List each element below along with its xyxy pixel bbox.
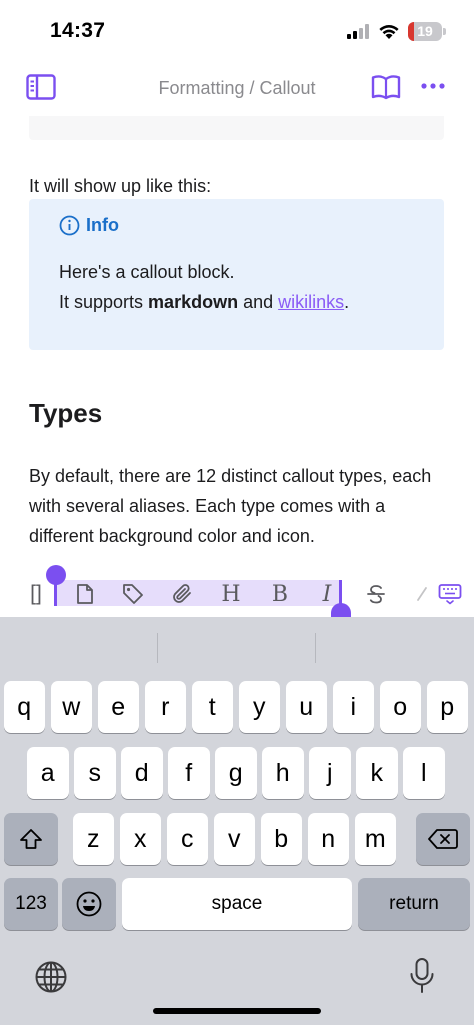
code-block xyxy=(29,116,444,140)
battery-tip xyxy=(443,28,446,35)
cellular-signal-icon xyxy=(347,24,369,39)
shift-key[interactable] xyxy=(4,813,58,865)
strikethrough-button[interactable] xyxy=(364,582,388,606)
hide-keyboard-button[interactable] xyxy=(438,582,462,606)
key-d[interactable]: d xyxy=(121,747,163,799)
breadcrumb-parent[interactable]: Formatting xyxy=(158,78,244,98)
selection-start-knob[interactable] xyxy=(46,565,66,585)
keyboard-dismiss-icon xyxy=(438,584,462,605)
return-key[interactable]: return xyxy=(358,878,470,930)
strikethrough-icon xyxy=(367,585,385,604)
callout-body: Here's a callout block. It supports mark… xyxy=(59,257,349,317)
delete-key[interactable] xyxy=(416,813,470,865)
home-indicator xyxy=(153,1008,321,1014)
battery-icon: 19 xyxy=(408,22,442,41)
callout-text: It supports xyxy=(59,292,149,312)
italic-button[interactable]: I xyxy=(315,582,339,607)
battery-level: 19 xyxy=(417,23,433,39)
tag-button[interactable] xyxy=(121,582,145,606)
formatting-toolbar: [] H B I xyxy=(0,565,474,617)
suggestion-divider xyxy=(315,633,316,663)
key-z[interactable]: z xyxy=(72,813,114,865)
key-s[interactable]: s xyxy=(74,747,116,799)
key-i[interactable]: i xyxy=(332,681,374,733)
wifi-icon xyxy=(379,25,399,39)
key-l[interactable]: l xyxy=(403,747,445,799)
key-q[interactable]: q xyxy=(3,681,45,733)
more-options-icon[interactable] xyxy=(420,76,446,96)
callout-text: . xyxy=(344,292,350,312)
key-v[interactable]: v xyxy=(213,813,255,865)
key-p[interactable]: p xyxy=(426,681,468,733)
callout-bold-text: markdown xyxy=(148,292,239,312)
breadcrumb-separator: / xyxy=(244,78,260,98)
key-g[interactable]: g xyxy=(215,747,257,799)
key-o[interactable]: o xyxy=(379,681,421,733)
emoji-key[interactable] xyxy=(62,878,116,930)
file-button[interactable] xyxy=(73,582,97,606)
tag-icon xyxy=(123,584,143,604)
section-heading: Types xyxy=(29,398,103,428)
paperclip-icon xyxy=(173,584,191,603)
selection-end-knob[interactable] xyxy=(331,603,351,617)
suggestion-divider xyxy=(157,633,158,663)
backspace-icon xyxy=(428,829,458,849)
breadcrumb: Formatting / Callout xyxy=(0,78,474,99)
key-f[interactable]: f xyxy=(168,747,210,799)
file-icon xyxy=(77,584,93,604)
breadcrumb-current[interactable]: Callout xyxy=(260,78,316,98)
key-a[interactable]: a xyxy=(27,747,69,799)
heading-button[interactable]: H xyxy=(219,582,243,607)
wikilinks-link[interactable]: wikilinks xyxy=(278,292,344,312)
callout-info[interactable]: Info Here's a callout block. It supports… xyxy=(29,199,444,350)
key-m[interactable]: m xyxy=(354,813,396,865)
bold-button[interactable]: B xyxy=(268,582,292,607)
key-n[interactable]: n xyxy=(307,813,349,865)
callout-line-2: It supports markdown and wikilinks. xyxy=(59,287,349,317)
key-x[interactable]: x xyxy=(119,813,161,865)
microphone-icon[interactable] xyxy=(408,957,436,995)
key-u[interactable]: u xyxy=(285,681,327,733)
key-k[interactable]: k xyxy=(356,747,398,799)
wikilink-bracket-button[interactable]: [] xyxy=(24,582,48,606)
callout-text: and xyxy=(238,292,279,312)
reading-view-book-icon[interactable] xyxy=(371,74,401,100)
key-t[interactable]: t xyxy=(191,681,233,733)
key-h[interactable]: h xyxy=(262,747,304,799)
callout-title: Info xyxy=(59,215,119,236)
highlight-icon xyxy=(417,587,427,601)
highlight-button[interactable] xyxy=(410,582,434,606)
callout-title-text: Info xyxy=(86,215,119,235)
key-b[interactable]: b xyxy=(260,813,302,865)
status-bar: 14:37 19 xyxy=(0,0,474,62)
key-j[interactable]: j xyxy=(309,747,351,799)
attachment-button[interactable] xyxy=(170,582,194,606)
intro-text: It will show up like this: xyxy=(29,176,212,196)
globe-icon[interactable] xyxy=(34,960,68,994)
nav-bar: Formatting / Callout xyxy=(0,62,474,116)
shift-icon xyxy=(20,829,42,849)
text-selection-highlight xyxy=(55,580,341,606)
space-key[interactable]: space xyxy=(122,878,352,930)
emoji-icon xyxy=(76,891,102,917)
key-y[interactable]: y xyxy=(238,681,280,733)
key-w[interactable]: w xyxy=(50,681,92,733)
on-screen-keyboard: qwertyuiop asdfghjkl zxcvbnm 123 space r… xyxy=(0,617,474,1025)
key-c[interactable]: c xyxy=(166,813,208,865)
numbers-key[interactable]: 123 xyxy=(4,878,58,930)
key-r[interactable]: r xyxy=(144,681,186,733)
status-time: 14:37 xyxy=(50,19,106,42)
info-icon xyxy=(59,215,80,236)
key-e[interactable]: e xyxy=(97,681,139,733)
body-paragraph: By default, there are 12 distinct callou… xyxy=(29,466,432,546)
callout-line-1: Here's a callout block. xyxy=(59,262,235,282)
